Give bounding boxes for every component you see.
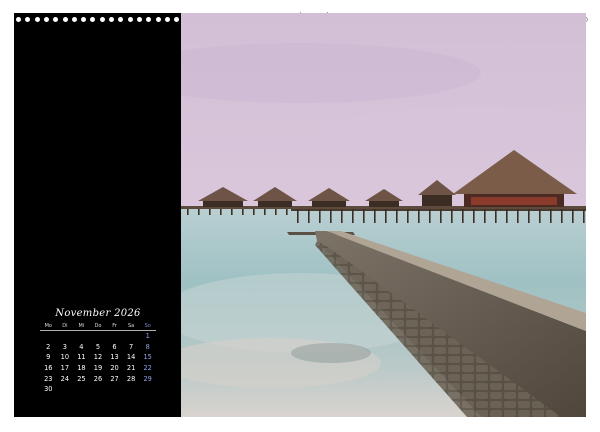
binding-hole (34, 17, 40, 22)
weekday-label: Sa (122, 321, 140, 331)
binding-hole (53, 17, 59, 22)
binding-hole (71, 17, 77, 22)
calendar-day-sunday: 15 (143, 353, 152, 362)
calendar-day: 30 (44, 385, 53, 394)
calendar-day: 14 (126, 353, 136, 362)
calendar-day (106, 384, 123, 395)
calendar-day (90, 331, 107, 342)
calendar-day: 21 (126, 364, 136, 373)
calendar-week: 9 10 11 12 13 14 15 (40, 352, 156, 363)
lagoon-bungalows-photo (181, 13, 586, 417)
calendar-day: 12 (93, 353, 103, 362)
calendar-day: 13 (110, 353, 119, 362)
binding-hole (16, 17, 21, 22)
calendar-day (73, 331, 90, 342)
calendar-day (40, 331, 57, 342)
binding-hole (136, 17, 142, 22)
calendar-day: 18 (77, 364, 86, 373)
binding-hole (127, 17, 133, 22)
calendar-day: 4 (79, 342, 84, 351)
binding-hole (25, 17, 31, 22)
weekday-label: Di (56, 321, 74, 331)
calendar-day: 23 (44, 374, 53, 383)
calendar-day-sunday (139, 384, 156, 395)
calendar-block: November 2026 Mo Di Mi Do Fr Sa So 12345… (40, 307, 156, 395)
binding-hole (62, 17, 68, 22)
calendar-day-sunday: 22 (143, 364, 152, 373)
calendar-day: 9 (46, 353, 51, 362)
calendar-day: 24 (60, 374, 70, 383)
calendar-week: 23 24 25 26 27 28 29 (40, 373, 156, 384)
month-title: November 2026 (55, 308, 141, 319)
calendar-day: 28 (126, 374, 136, 383)
weekday-label: Mi (73, 321, 90, 331)
calendar-week: 2 3 4 5 6 7 8 (40, 342, 156, 353)
calendar-day: 10 (60, 353, 70, 362)
binding-hole (43, 17, 49, 22)
binding-hole (81, 17, 87, 22)
calendar-day (57, 331, 74, 342)
calendar-day: 7 (128, 342, 134, 351)
calendar-week: 1 (40, 331, 156, 342)
calendar-day-sunday: 1 (145, 332, 150, 341)
weekday-label-sunday: So (139, 321, 156, 331)
binding-hole (164, 17, 170, 22)
calendar-day: 27 (110, 374, 119, 383)
month-grid: Mo Di Mi Do Fr Sa So 1 2 3 4 5 6 7 8 9 10 11 12 13 14… (40, 321, 156, 395)
binding-hole (109, 17, 114, 22)
binding-hole (99, 17, 105, 22)
calendar-day: 19 (93, 364, 103, 373)
calendar-day: 2 (46, 342, 51, 351)
binding-hole (174, 17, 180, 22)
calendar-day-sunday: 29 (143, 374, 152, 383)
calendar-day: 25 (77, 374, 86, 383)
calendar-week: 16 17 18 19 20 21 22 (40, 363, 156, 374)
calendar-day (90, 384, 107, 395)
calendar-day: 5 (95, 342, 101, 351)
binding-hole (146, 17, 152, 22)
calendar-day (123, 384, 140, 395)
weekday-label: Fr (106, 321, 123, 331)
calendar-photo (181, 13, 586, 417)
weekday-label: Mo (40, 321, 57, 331)
calendar-day: 6 (112, 342, 117, 351)
weekday-label: Do (89, 321, 107, 331)
calendar-day: 26 (93, 374, 103, 383)
calendar-day: 20 (110, 364, 119, 373)
calendar-day (73, 384, 90, 395)
binding-hole (155, 17, 161, 22)
calendar-week: 30 (40, 384, 156, 395)
calendar-day: 11 (77, 353, 86, 362)
calendar-day: 16 (44, 364, 53, 373)
calendar-day (106, 331, 123, 342)
calendar-day-sunday: 8 (145, 342, 150, 351)
weekday-header: Mo Di Mi Do Fr Sa So (40, 321, 156, 331)
calendar-day (123, 331, 140, 342)
binding-hole (90, 17, 96, 22)
calendar-day: 3 (62, 342, 67, 351)
calendar-day: 17 (60, 364, 70, 373)
binding-hole (118, 17, 124, 22)
calendar-day (57, 384, 74, 395)
